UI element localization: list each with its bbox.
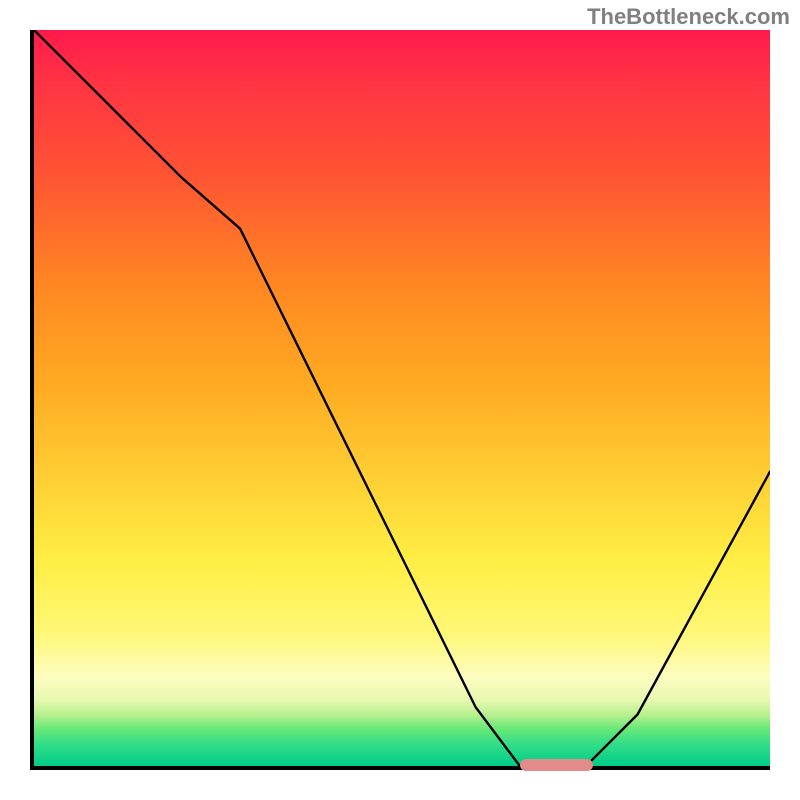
plot-area <box>30 30 770 770</box>
chart-container: TheBottleneck.com <box>0 0 800 800</box>
optimal-range-marker <box>520 759 594 771</box>
curve-layer <box>34 30 770 766</box>
watermark-text: TheBottleneck.com <box>587 4 790 30</box>
bottleneck-curve <box>34 30 770 766</box>
